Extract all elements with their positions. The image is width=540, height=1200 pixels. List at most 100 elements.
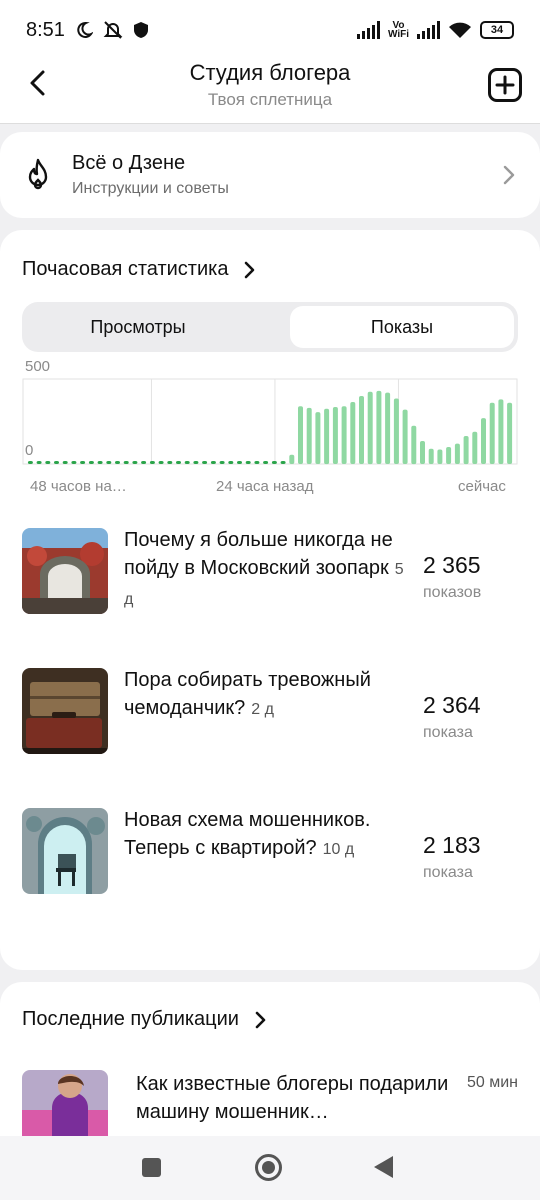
chart-bar [507, 402, 513, 464]
post-count: 2 365 [423, 552, 481, 578]
signal-icon [356, 21, 380, 39]
chart-bar [184, 461, 190, 464]
add-square-icon[interactable] [488, 68, 522, 102]
status-bar: 8:51 Vo WiFi 34 [0, 0, 540, 60]
hourly-stats-card: Почасовая статистика Просмотры Показы 50… [0, 230, 540, 970]
chart-bar [62, 461, 68, 464]
recent-title: Последние публикации [22, 1008, 239, 1030]
app-header: Студия блогера Твоя сплетница [0, 60, 540, 124]
chart-bar [245, 461, 251, 464]
post-thumbnail [22, 1070, 108, 1142]
chart-bar [54, 461, 59, 464]
top-post-row[interactable]: Новая схема мошенников. Теперь с квартир… [0, 806, 540, 898]
x-tick-label-mid: 24 часа назад [216, 478, 314, 495]
chart-bar [289, 454, 295, 464]
metric-switch: Просмотры Показы [22, 302, 518, 352]
zen-card-title: Всё о Дзене [72, 152, 186, 174]
page-subtitle: Твоя сплетница [207, 90, 333, 109]
tab-impressions[interactable]: Показы [290, 306, 514, 348]
wifi-text: WiFi [387, 29, 409, 40]
home-icon[interactable] [255, 1154, 282, 1181]
system-nav-bar [0, 1136, 540, 1200]
bell-off-icon [103, 21, 123, 39]
chart-bar [141, 461, 147, 464]
vowifi-icon: Vo WiFi [387, 21, 409, 40]
post-count-unit: показов [423, 584, 482, 601]
chart-bar [481, 418, 486, 464]
post-count: 2 183 [423, 832, 481, 858]
chart-bar [106, 461, 112, 464]
y-tick-label-min: 0 [25, 442, 34, 459]
chart-bar [376, 390, 382, 464]
chart-bar [123, 461, 129, 464]
chart-bar [263, 461, 269, 464]
battery-level: 34 [490, 24, 504, 36]
chart-bar [97, 461, 103, 464]
post-count-unit: показа [423, 724, 473, 741]
signal-icon-2 [417, 21, 440, 39]
recent-post-title[interactable]: Как известные блогеры подарили машину мо… [136, 1070, 452, 1126]
post-title: Пора собирать тревожный чемоданчик? 2 д [124, 666, 404, 724]
moon-icon [77, 21, 93, 38]
hourly-chart: 500 0 48 часов на… 24 часа назад сейчас [0, 354, 540, 504]
recents-icon[interactable] [142, 1158, 161, 1177]
chart-bar [132, 461, 138, 464]
chevron-right-icon [503, 165, 515, 185]
post-thumbnail [22, 808, 108, 894]
chart-bar [298, 406, 303, 464]
stats-title: Почасовая статистика [22, 258, 229, 280]
chart-bar [271, 461, 277, 464]
chevron-right-icon [245, 261, 255, 278]
chart-bar [420, 441, 425, 464]
battery-icon: 34 [480, 21, 514, 39]
chart-bar [167, 461, 173, 464]
post-thumbnail [22, 668, 108, 754]
tab-views[interactable]: Просмотры [26, 306, 250, 348]
chart-bar [393, 398, 399, 464]
post-title: Почему я больше никогда не пойду в Моско… [124, 526, 404, 614]
chart-bar [27, 461, 33, 464]
x-tick-label-start: 48 часов на… [30, 478, 127, 495]
recent-post-time: 50 мин [466, 1074, 518, 1091]
page-title: Студия блогера [189, 60, 351, 85]
chart-bar [115, 461, 120, 464]
chart-bar [463, 436, 469, 465]
chart-bar [367, 391, 373, 465]
y-tick-label-max: 500 [25, 358, 51, 375]
chart-bar [149, 461, 155, 464]
top-post-row[interactable]: Почему я больше никогда не пойду в Моско… [0, 526, 540, 618]
stats-title-link[interactable]: Почасовая статистика [22, 258, 256, 281]
chart-bar [88, 461, 94, 464]
chart-bar [385, 392, 391, 464]
x-tick-label-end: сейчас [458, 478, 506, 495]
chart-bar [176, 461, 181, 464]
chart-bar [254, 461, 260, 464]
recent-title-link[interactable]: Последние публикации [22, 1008, 267, 1031]
post-count-unit: показа [423, 864, 473, 881]
chart-bar [446, 447, 452, 464]
chart-bar [219, 461, 225, 464]
chart-bar [158, 461, 164, 464]
chart-bar [315, 412, 321, 464]
chart-bar [428, 448, 434, 464]
chart-bar [437, 449, 443, 464]
chart-bar [332, 407, 338, 464]
chart-bar [472, 431, 478, 464]
back-triangle-icon[interactable] [374, 1156, 393, 1178]
chart-bar [454, 443, 460, 464]
zen-card-subtitle: Инструкции и советы [72, 180, 229, 197]
shield-icon [133, 22, 148, 38]
chart-bar [210, 461, 216, 464]
chart-bar [193, 461, 199, 464]
chart-bar [202, 461, 208, 464]
chart-bar [359, 396, 364, 464]
chart-bar [306, 407, 312, 464]
chart-bar [71, 461, 77, 464]
fire-icon [28, 158, 48, 190]
zen-info-card[interactable]: Всё о Дзене Инструкции и советы [0, 132, 540, 218]
post-count: 2 364 [423, 692, 481, 718]
post-thumbnail [22, 528, 108, 614]
top-post-row[interactable]: Пора собирать тревожный чемоданчик? 2 д 2… [0, 666, 540, 758]
wifi-icon [449, 22, 471, 38]
chart-bar [350, 402, 356, 464]
